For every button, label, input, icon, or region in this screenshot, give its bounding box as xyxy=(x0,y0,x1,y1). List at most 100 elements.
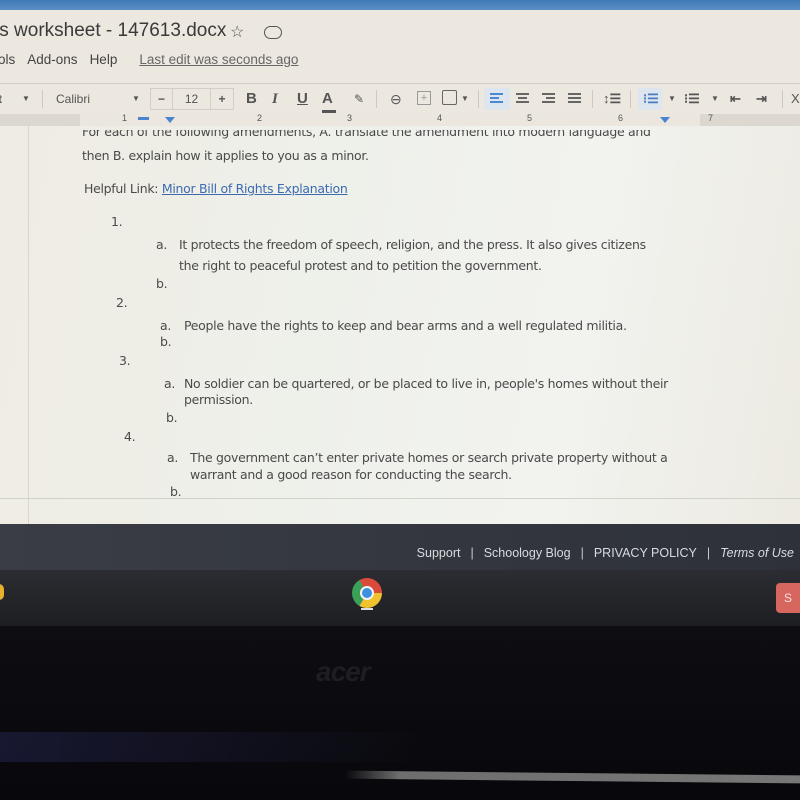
ruler-number: 6 xyxy=(618,113,624,123)
docs-header: ts worksheet - 147613.docx ☆ ols Add-ons… xyxy=(0,10,800,114)
list-number: 1. xyxy=(111,214,123,229)
answer-a-line: No soldier can be quartered, or be place… xyxy=(184,376,669,391)
add-comment-icon[interactable]: + xyxy=(417,91,431,105)
acer-logo: acer xyxy=(316,656,371,687)
cloud-saved-icon[interactable] xyxy=(264,26,282,39)
sub-label-b: b. xyxy=(156,276,168,291)
chrome-icon[interactable] xyxy=(352,578,382,608)
list-number: 3. xyxy=(119,353,131,368)
menu-add-ons[interactable]: Add-ons xyxy=(27,52,77,67)
answer-a-line: The government can’t enter private homes… xyxy=(190,450,668,465)
insert-image-icon[interactable] xyxy=(442,90,457,105)
formatting-toolbar: t ▼ Calibri ▼ − 12 + B I U A ✎ ⊖ + ▼ xyxy=(0,88,800,114)
bulleted-list-icon[interactable]: ⁝☰ xyxy=(684,88,700,110)
footer-link-terms-of-use[interactable]: Terms of Use xyxy=(720,546,794,560)
bold-button[interactable]: B xyxy=(246,88,257,110)
text-color-button[interactable]: A xyxy=(322,88,333,110)
chevron-down-icon[interactable]: ▼ xyxy=(22,88,30,110)
italic-button[interactable]: I xyxy=(272,88,278,110)
toolbar-separator xyxy=(592,90,593,108)
link-icon[interactable]: ⊖ xyxy=(390,88,402,110)
chevron-down-icon[interactable]: ▼ xyxy=(711,88,719,110)
answer-a-line: permission. xyxy=(184,392,253,407)
align-justify-icon[interactable] xyxy=(568,93,581,105)
sub-label-a: a. xyxy=(167,450,179,465)
document-title[interactable]: ts worksheet - 147613.docx xyxy=(0,20,226,42)
sub-label-b: b. xyxy=(160,334,172,349)
document-page[interactable]: For each of the following amendments, A.… xyxy=(0,126,800,526)
browser-top-strip xyxy=(0,0,800,10)
ruler-number: 2 xyxy=(257,113,263,123)
align-left-icon[interactable] xyxy=(490,93,503,105)
decrease-indent-icon[interactable]: ⇤ xyxy=(730,88,741,110)
decrease-font-size-button[interactable]: − xyxy=(151,89,173,109)
sub-label-a: a. xyxy=(156,237,168,252)
menu-help[interactable]: Help xyxy=(90,52,118,67)
instructions-line-2: then B. explain how it applies to you as… xyxy=(82,148,369,163)
instructions-line-1: For each of the following amendments, A.… xyxy=(82,126,651,139)
minor-bill-of-rights-link[interactable]: Minor Bill of Rights Explanation xyxy=(162,181,348,196)
ruler-number: 3 xyxy=(347,113,353,123)
helpful-link-label: Helpful Link: xyxy=(84,181,162,196)
running-app-indicator xyxy=(361,608,373,610)
star-icon[interactable]: ☆ xyxy=(230,22,244,42)
answer-a-line: the right to peaceful protest and to pet… xyxy=(179,258,542,273)
answer-a-line: It protects the freedom of speech, relig… xyxy=(179,237,646,252)
paragraph-style-select[interactable]: t xyxy=(0,88,2,110)
footer-links: Support | Schoology Blog | PRIVACY POLIC… xyxy=(417,546,794,560)
align-right-icon[interactable] xyxy=(542,93,555,105)
toolbar-separator xyxy=(782,90,783,108)
footer-link-schoology-blog[interactable]: Schoology Blog xyxy=(484,546,571,560)
clear-formatting-icon[interactable]: X xyxy=(791,88,800,110)
screen-reflection xyxy=(0,732,420,762)
underline-button[interactable]: U xyxy=(297,88,308,110)
os-shelf xyxy=(0,570,800,626)
answer-a-line: warrant and a good reason for conducting… xyxy=(190,467,512,482)
chevron-down-icon[interactable]: ▼ xyxy=(132,88,140,110)
toolbar-separator xyxy=(376,90,377,108)
highlight-pen-icon[interactable]: ✎ xyxy=(354,88,364,110)
toolbar-separator xyxy=(478,90,479,108)
chevron-down-icon[interactable]: ▼ xyxy=(668,88,676,110)
site-footer: Support | Schoology Blog | PRIVACY POLIC… xyxy=(0,524,800,570)
list-number: 4. xyxy=(124,429,136,444)
toolbar-separator xyxy=(42,90,43,108)
sub-label-b: b. xyxy=(166,410,178,425)
answer-a-line: People have the rights to keep and bear … xyxy=(184,318,627,333)
shelf-action-button[interactable]: S xyxy=(776,583,800,613)
sub-label-b: b. xyxy=(170,484,182,499)
page-bottom-edge xyxy=(0,498,800,499)
chrome-icon-center xyxy=(360,586,374,600)
footer-separator: | xyxy=(706,546,711,560)
left-indent-marker[interactable] xyxy=(165,117,175,123)
footer-separator: | xyxy=(470,546,474,560)
menu-tools[interactable]: ols xyxy=(0,52,15,67)
footer-separator: | xyxy=(580,546,584,560)
toolbar-divider xyxy=(0,83,800,84)
increase-indent-icon[interactable]: ⇥ xyxy=(756,88,767,110)
align-center-icon[interactable] xyxy=(516,93,529,105)
line-spacing-icon[interactable]: ↕☰ xyxy=(603,88,621,110)
menu-bar: ols Add-ons Help Last edit was seconds a… xyxy=(0,52,298,67)
font-size-input[interactable]: 12 xyxy=(173,89,211,109)
text-color-indicator xyxy=(322,110,336,113)
right-indent-marker[interactable] xyxy=(660,117,670,123)
sub-label-a: a. xyxy=(160,318,172,333)
helpful-link-paragraph: Helpful Link: Minor Bill of Rights Expla… xyxy=(84,181,348,196)
font-select[interactable]: Calibri xyxy=(56,88,90,110)
last-edit-link[interactable]: Last edit was seconds ago xyxy=(139,52,298,67)
footer-link-privacy-policy[interactable]: PRIVACY POLICY xyxy=(594,546,697,560)
font-size-stepper: − 12 + xyxy=(150,88,234,110)
ruler-number: 7 xyxy=(708,113,714,123)
ruler-number: 5 xyxy=(527,113,533,123)
ruler-number: 4 xyxy=(437,113,443,123)
increase-font-size-button[interactable]: + xyxy=(211,89,233,109)
page-edge xyxy=(28,126,29,526)
first-line-indent-marker[interactable] xyxy=(138,117,149,120)
list-number: 2. xyxy=(116,295,128,310)
chevron-down-icon[interactable]: ▼ xyxy=(461,88,469,110)
toolbar-separator xyxy=(630,90,631,108)
screen: ts worksheet - 147613.docx ☆ ols Add-ons… xyxy=(0,0,800,800)
footer-link-support[interactable]: Support xyxy=(417,546,461,560)
numbered-list-icon[interactable]: ⁝☰ xyxy=(643,88,659,110)
